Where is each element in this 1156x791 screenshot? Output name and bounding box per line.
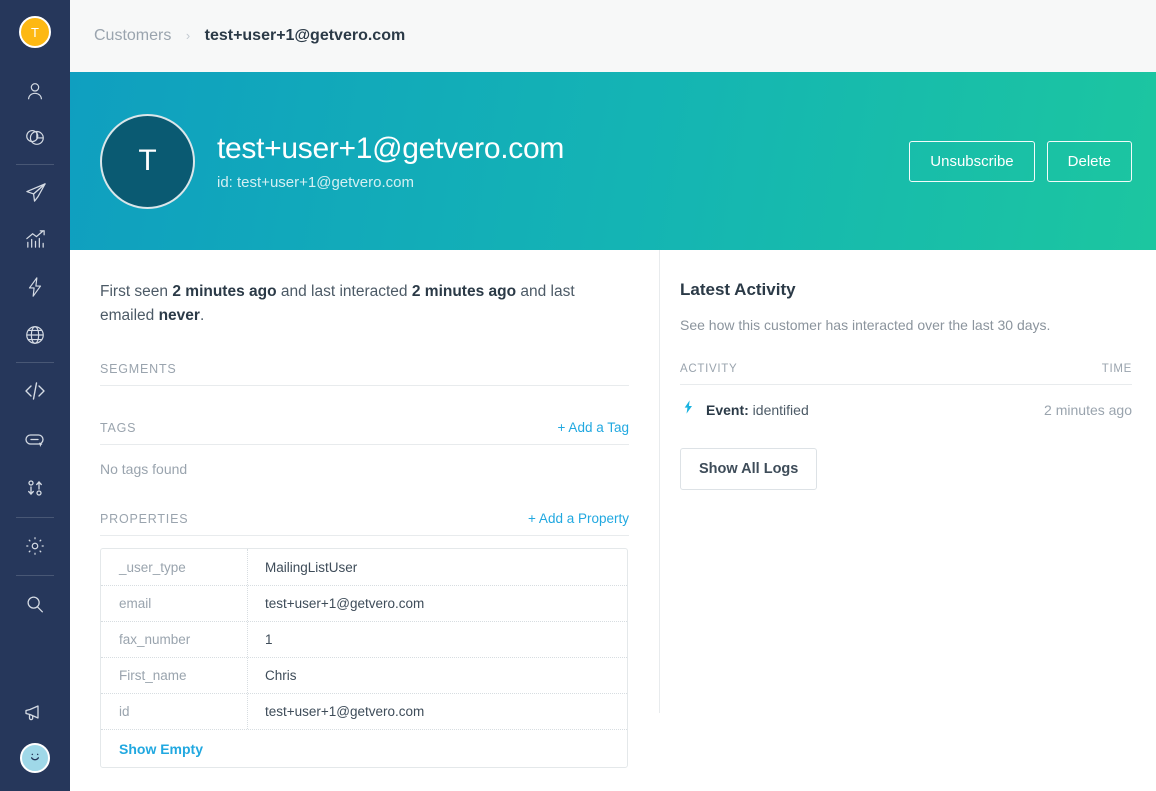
breadcrumb-current: test+user+1@getvero.com [205, 27, 406, 44]
table-row[interactable]: id test+user+1@getvero.com [101, 693, 627, 729]
pie-chart-icon [24, 126, 46, 148]
content-area: First seen 2 minutes ago and last intera… [70, 250, 1156, 713]
property-key: fax_number [101, 622, 248, 657]
tags-empty-message: No tags found [100, 461, 629, 477]
customer-identity: test+user+1@getvero.com id: test+user+1@… [217, 132, 909, 191]
gear-icon [24, 535, 46, 557]
table-row[interactable]: _user_type MailingListUser [101, 549, 627, 585]
time-column-header: TIME [1102, 363, 1132, 375]
brand-initial: T [31, 25, 39, 40]
breadcrumb-separator-icon: › [186, 28, 190, 43]
summary-last-interacted: 2 minutes ago [412, 283, 516, 300]
table-row[interactable]: First_name Chris [101, 657, 627, 693]
magnifier-icon [24, 593, 46, 615]
sidebar-item-sync[interactable] [0, 473, 70, 503]
customer-id: id: test+user+1@getvero.com [217, 174, 909, 191]
delete-button[interactable]: Delete [1047, 141, 1132, 182]
add-property-button[interactable]: + Add a Property [528, 511, 629, 526]
sidebar: T [0, 0, 70, 791]
property-key: First_name [101, 658, 248, 693]
sidebar-item-announcements[interactable] [0, 697, 70, 727]
sidebar-item-integrations[interactable] [0, 320, 70, 350]
property-value[interactable]: test+user+1@getvero.com [248, 586, 627, 621]
unsubscribe-button[interactable]: Unsubscribe [909, 141, 1034, 182]
properties-table: _user_type MailingListUser email test+us… [100, 548, 628, 768]
segments-section-header: SEGMENTS [100, 362, 629, 386]
property-value[interactable]: 1 [248, 622, 627, 657]
person-icon [24, 80, 46, 102]
sidebar-item-reports[interactable] [0, 224, 70, 254]
transfer-icon [23, 476, 47, 500]
sidebar-item-settings[interactable] [0, 531, 70, 561]
table-row[interactable]: fax_number 1 [101, 621, 627, 657]
sidebar-divider-1 [16, 164, 54, 165]
page-title: test+user+1@getvero.com [217, 132, 909, 165]
sidebar-item-developers[interactable] [0, 376, 70, 406]
activity-label: Event: identified [706, 402, 809, 418]
properties-table-footer: Show Empty [101, 729, 627, 767]
activity-label-text: identified [749, 402, 809, 418]
sidebar-item-campaigns[interactable] [0, 177, 70, 207]
property-value[interactable]: Chris [248, 658, 627, 693]
topbar: Customers › test+user+1@getvero.com [70, 0, 1156, 72]
summary-text-4: . [200, 307, 204, 324]
customer-avatar: T [100, 114, 195, 209]
segments-label: SEGMENTS [100, 362, 177, 376]
latest-activity-description: See how this customer has interacted ove… [680, 317, 1132, 333]
properties-section-header: PROPERTIES + Add a Property [100, 511, 629, 536]
customer-avatar-initial: T [138, 144, 156, 178]
lightning-icon [680, 399, 696, 420]
activity-table-header: ACTIVITY TIME [680, 363, 1132, 385]
activity-label-prefix: Event: [706, 402, 749, 418]
breadcrumb: Customers › test+user+1@getvero.com [94, 27, 405, 45]
activity-entry: Event: identified [680, 399, 809, 420]
property-key: email [101, 586, 248, 621]
sidebar-item-search[interactable] [0, 589, 70, 619]
sidebar-divider-3 [16, 517, 54, 518]
activity-time: 2 minutes ago [1044, 402, 1132, 418]
sidebar-divider-2 [16, 362, 54, 363]
app-root: T [0, 0, 1156, 791]
list-item[interactable]: Event: identified 2 minutes ago [680, 385, 1132, 433]
latest-activity-title: Latest Activity [680, 280, 1132, 300]
property-value[interactable]: MailingListUser [248, 549, 627, 585]
avatar[interactable] [20, 743, 50, 773]
properties-label: PROPERTIES [100, 512, 188, 526]
breadcrumb-customers-link[interactable]: Customers [94, 27, 171, 44]
show-all-logs-button[interactable]: Show All Logs [680, 448, 817, 490]
lightning-icon [24, 276, 46, 298]
sidebar-item-messages[interactable] [0, 425, 70, 455]
customer-details-column: First seen 2 minutes ago and last intera… [70, 250, 660, 713]
latest-activity-column: Latest Activity See how this customer ha… [660, 250, 1156, 713]
paper-plane-icon [24, 181, 47, 204]
globe-icon [24, 324, 46, 346]
activity-column-header: ACTIVITY [680, 363, 737, 375]
megaphone-icon [23, 700, 47, 724]
customer-hero: T test+user+1@getvero.com id: test+user+… [70, 72, 1156, 250]
property-key: id [101, 694, 248, 729]
bar-chart-icon [24, 228, 47, 251]
summary-last-emailed: never [159, 307, 200, 324]
main-area: Customers › test+user+1@getvero.com T te… [70, 0, 1156, 791]
add-tag-button[interactable]: + Add a Tag [558, 420, 629, 435]
summary-text-1: First seen [100, 283, 172, 300]
sidebar-item-segments[interactable] [0, 122, 70, 152]
summary-first-seen: 2 minutes ago [172, 283, 276, 300]
property-key: _user_type [101, 549, 248, 585]
smiley-face-icon [25, 746, 45, 771]
sidebar-item-customers[interactable] [0, 76, 70, 106]
code-icon [23, 379, 47, 403]
table-row[interactable]: email test+user+1@getvero.com [101, 585, 627, 621]
chat-icon [23, 428, 47, 452]
brand-avatar[interactable]: T [19, 16, 51, 48]
property-value[interactable]: test+user+1@getvero.com [248, 694, 627, 729]
show-empty-button[interactable]: Show Empty [119, 741, 203, 757]
customer-summary: First seen 2 minutes ago and last intera… [100, 280, 590, 328]
sidebar-divider-4 [16, 575, 54, 576]
summary-text-2: and last interacted [277, 283, 412, 300]
tags-label: TAGS [100, 421, 136, 435]
tags-section-header: TAGS + Add a Tag [100, 420, 629, 445]
hero-actions: Unsubscribe Delete [909, 141, 1132, 182]
sidebar-item-workflows[interactable] [0, 272, 70, 302]
